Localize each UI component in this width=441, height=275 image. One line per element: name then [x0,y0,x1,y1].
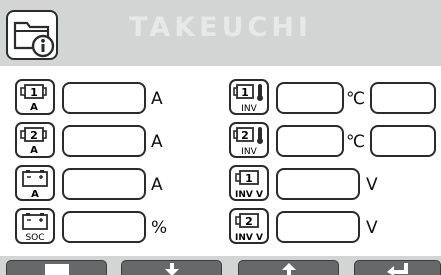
battery-soc-field[interactable] [62,211,146,243]
inverter-1-temp-field[interactable] [276,82,344,114]
battery-soc-icon-tile: SOC [15,208,55,244]
softkey-screen-button[interactable] [6,260,107,275]
battery-soc-unit: % [151,218,168,238]
svg-text:1: 1 [245,172,253,185]
svg-text:INV V: INV V [235,233,263,242]
svg-text:A: A [30,145,38,156]
inverter-2-voltage-field[interactable] [276,211,360,243]
motor-1-current-icon-tile: 1 A [15,79,55,115]
softkey-down-button[interactable] [121,260,222,275]
inverter-2-voltage-icon-tile: 2 INV V [229,208,269,244]
battery-current-icon-tile: A [15,165,55,201]
svg-text:2: 2 [241,129,249,142]
svg-text:A: A [30,102,38,113]
inverter-2-temp-aux-field[interactable] [370,125,436,157]
inverter-1-temp-aux-field[interactable] [370,82,436,114]
folder-info-button[interactable] [6,10,58,60]
svg-text:2: 2 [245,215,253,228]
battery-current-field[interactable] [62,168,146,200]
screen-icon [44,264,69,275]
enter-icon [386,263,408,275]
motor-2-icon: 2 A [20,127,47,156]
battery-soc-icon: SOC [22,213,48,242]
motor-2-current-field[interactable] [62,125,146,157]
arrow-down-icon [164,263,179,275]
svg-text:INV V: INV V [235,190,263,199]
brand-logo: TAKEUCHI [129,12,312,43]
inverter-1-voltage-unit: V [366,175,378,195]
inverter-2-temp-icon-tile: 2 INV [229,122,269,158]
inverter-1-voltage-icon: 1 INV V [235,170,263,199]
battery-current-unit: A [151,175,163,195]
svg-text:1: 1 [241,86,249,99]
inverter-1-voltage-field[interactable] [276,168,360,200]
header-bar: TAKEUCHI [0,0,441,66]
inverter-2-temp-unit: ℃ [346,132,366,152]
inverter-2-temp-icon: 2 INV [233,127,263,156]
svg-text:1: 1 [30,86,38,99]
svg-text:2: 2 [30,129,38,142]
svg-text:A: A [31,189,39,199]
softkey-up-button[interactable] [238,260,339,275]
inverter-1-temp-icon-tile: 1 INV [229,79,269,115]
svg-text:INV: INV [241,147,257,156]
arrow-up-icon [281,263,296,275]
motor-1-current-unit: A [151,89,163,109]
motor-1-icon: 1 A [20,84,47,113]
battery-current-icon: A [22,170,48,199]
svg-text:INV: INV [241,104,257,113]
motor-2-current-icon-tile: 2 A [15,122,55,158]
inverter-1-temp-icon: 1 INV [233,84,263,113]
inverter-1-voltage-icon-tile: 1 INV V [229,165,269,201]
motor-1-current-field[interactable] [62,82,146,114]
svg-text:SOC: SOC [25,233,44,242]
softkey-enter-button[interactable] [354,260,441,275]
inverter-1-temp-unit: ℃ [346,89,366,109]
inverter-2-voltage-unit: V [366,218,378,238]
inverter-2-voltage-icon: 2 INV V [235,213,263,242]
inverter-2-temp-field[interactable] [276,125,344,157]
motor-2-current-unit: A [151,132,163,152]
folder-info-icon [13,21,55,58]
